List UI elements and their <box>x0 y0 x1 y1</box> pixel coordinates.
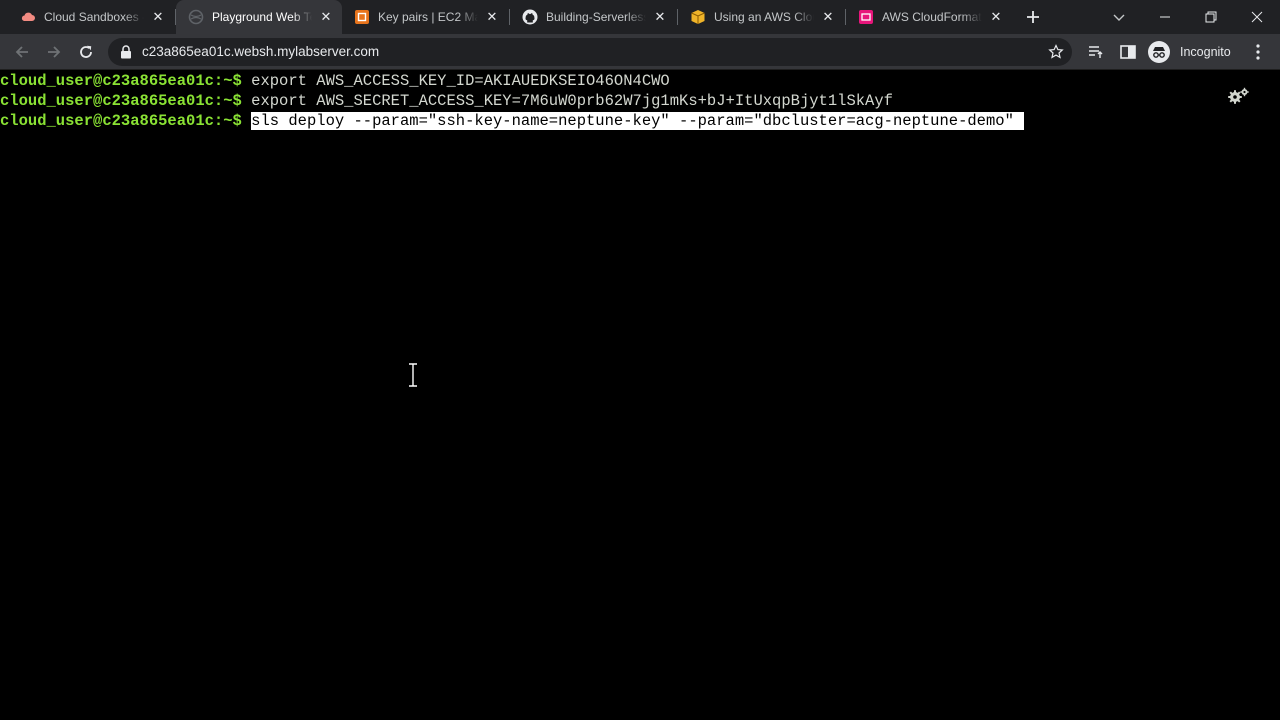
close-icon[interactable]: ✕ <box>150 9 166 25</box>
terminal-line: cloud_user@c23a865ea01c:~$ export AWS_AC… <box>0 71 670 91</box>
close-icon[interactable]: ✕ <box>988 9 1004 25</box>
close-icon[interactable]: ✕ <box>820 9 836 25</box>
new-tab-plus-icon[interactable] <box>1024 8 1042 26</box>
tab-title: Cloud Sandboxes - <box>44 10 144 24</box>
shell-prompt: cloud_user@c23a865ea01c:~$ <box>0 92 252 110</box>
forward-arrow-icon[interactable] <box>43 41 65 63</box>
tab-title: AWS CloudFormati <box>882 10 982 24</box>
incognito-profile-button[interactable]: Incognito <box>1148 39 1231 65</box>
bookmark-star-icon[interactable] <box>1048 44 1064 60</box>
tab-using-aws-cloud[interactable]: Using an AWS Clou ✕ <box>678 0 844 34</box>
tab-github-building-serverless[interactable]: Building-Serverless ✕ <box>510 0 676 34</box>
more-menu-icon[interactable] <box>1250 43 1266 61</box>
tab-title: Building-Serverless <box>546 10 646 24</box>
side-panel-icon[interactable] <box>1119 43 1137 61</box>
command-text: export AWS_ACCESS_KEY_ID=AKIAUEDKSEIO46O… <box>251 72 670 90</box>
tab-key-pairs-ec2[interactable]: Key pairs | EC2 Man ✕ <box>342 0 508 34</box>
selected-command-text[interactable]: sls deploy --param="ssh-key-name=neptune… <box>251 112 1024 130</box>
tab-title: Playground Web Te <box>212 10 312 24</box>
reading-list-icon[interactable] <box>1087 43 1105 61</box>
back-arrow-icon[interactable] <box>11 41 33 63</box>
cloud-icon <box>21 12 35 21</box>
tab-cloud-sandboxes[interactable]: Cloud Sandboxes - ✕ <box>8 0 174 34</box>
tab-title: Key pairs | EC2 Man <box>378 10 478 24</box>
terminal-line: cloud_user@c23a865ea01c:~$ export AWS_SE… <box>0 91 893 111</box>
restore-icon[interactable] <box>1200 6 1222 28</box>
tab-title: Using an AWS Clou <box>714 10 814 24</box>
minimize-icon[interactable] <box>1154 6 1176 28</box>
window-close-icon[interactable] <box>1246 6 1268 28</box>
tab-playground-web-terminal[interactable]: Playground Web Te ✕ <box>176 0 342 34</box>
address-bar[interactable]: c23a865ea01c.websh.mylabserver.com <box>108 38 1072 66</box>
shell-prompt: cloud_user@c23a865ea01c:~$ <box>0 112 252 130</box>
aws-ec2-icon <box>355 10 369 24</box>
aws-box-icon <box>691 10 705 24</box>
tab-search-chevron-icon[interactable] <box>1108 6 1130 28</box>
command-text: export AWS_SECRET_ACCESS_KEY=7M6uW0prb62… <box>251 92 893 110</box>
globe-icon <box>188 9 204 25</box>
terminal-line: cloud_user@c23a865ea01c:~$ sls deploy --… <box>0 111 1024 131</box>
tab-strip: Cloud Sandboxes - ✕ Playground Web Te ✕ … <box>0 0 1280 34</box>
close-icon[interactable]: ✕ <box>318 9 334 25</box>
browser-toolbar: c23a865ea01c.websh.mylabserver.com Incog… <box>0 34 1280 70</box>
aws-cloudformation-icon <box>859 10 873 24</box>
lock-icon[interactable] <box>120 45 132 59</box>
web-terminal[interactable]: cloud_user@c23a865ea01c:~$ export AWS_AC… <box>0 71 1280 720</box>
incognito-icon <box>1148 41 1170 63</box>
reload-icon[interactable] <box>75 41 97 63</box>
close-icon[interactable]: ✕ <box>484 9 500 25</box>
github-icon <box>522 9 538 25</box>
settings-gears-icon[interactable] <box>1226 87 1250 107</box>
text-cursor-ibeam-icon <box>409 362 417 388</box>
tab-aws-cloudformation[interactable]: AWS CloudFormati ✕ <box>846 0 1012 34</box>
close-icon[interactable]: ✕ <box>652 9 668 25</box>
incognito-label: Incognito <box>1180 45 1231 59</box>
url-text: c23a865ea01c.websh.mylabserver.com <box>142 44 380 59</box>
shell-prompt: cloud_user@c23a865ea01c:~$ <box>0 72 252 90</box>
